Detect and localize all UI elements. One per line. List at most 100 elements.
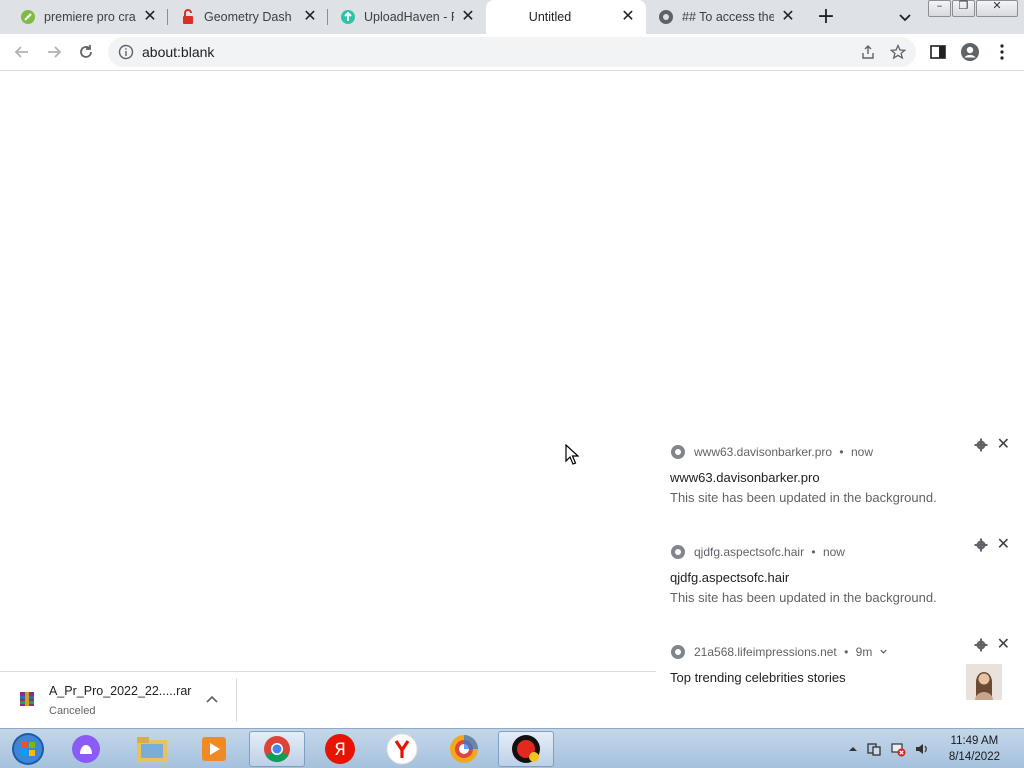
taskbar-chrome[interactable] bbox=[249, 731, 305, 767]
folder-icon bbox=[137, 737, 167, 762]
chrome-icon bbox=[671, 545, 685, 559]
notification-origin: qjdfg.aspectsofc.hair bbox=[694, 545, 805, 559]
share-icon[interactable] bbox=[860, 44, 876, 60]
tab-close-icon[interactable]: ✕ bbox=[142, 8, 158, 24]
chrome-icon bbox=[671, 645, 685, 659]
back-arrow-icon[interactable] bbox=[12, 42, 32, 62]
minimize-button[interactable]: – bbox=[928, 0, 951, 17]
taskbar-recorder[interactable] bbox=[498, 731, 554, 767]
restore-button[interactable]: ❐ bbox=[952, 0, 975, 17]
red-lock-icon bbox=[183, 9, 193, 24]
notification-message: This site has been updated in the backgr… bbox=[670, 590, 937, 605]
menu-kebab-icon[interactable] bbox=[992, 42, 1012, 62]
taskbar-shield-app[interactable] bbox=[436, 731, 492, 767]
close-icon[interactable]: ✕ bbox=[997, 534, 1010, 553]
chevron-up-icon[interactable] bbox=[204, 692, 220, 708]
notification-title: Top trending celebrities stories bbox=[670, 670, 846, 685]
tab-close-icon[interactable]: ✕ bbox=[302, 8, 318, 24]
address-bar[interactable]: about:blank bbox=[108, 37, 916, 67]
tab-geometry-dash[interactable]: Geometry Dash F ✕ bbox=[168, 0, 328, 34]
clock-time: 11:49 AM bbox=[950, 735, 999, 747]
notification-origin-line: 21a568.lifeimpressions.net • 9m bbox=[694, 645, 888, 659]
globe-icon bbox=[659, 10, 673, 24]
notification-origin-line: www63.davisonbarker.pro • now bbox=[694, 445, 873, 459]
notification-time: now bbox=[822, 545, 845, 559]
green-leaf-icon bbox=[21, 10, 35, 24]
tab-close-icon[interactable]: ✕ bbox=[780, 8, 796, 24]
gear-icon[interactable] bbox=[974, 538, 988, 552]
notification[interactable]: www63.davisonbarker.pro • now ✕ www63.da… bbox=[656, 434, 1024, 534]
media-player-icon bbox=[202, 737, 226, 761]
download-shelf: A_Pr_Pro_2022_22.....rar Canceled bbox=[0, 671, 656, 728]
tray-expand-icon[interactable] bbox=[845, 741, 861, 757]
divider bbox=[236, 678, 237, 722]
tab-close-icon[interactable]: ✕ bbox=[620, 8, 636, 24]
taskbar-explorer[interactable] bbox=[124, 731, 180, 767]
tab-title: Untitled bbox=[528, 10, 572, 24]
profile-avatar-icon[interactable] bbox=[960, 42, 980, 62]
close-icon[interactable]: ✕ bbox=[997, 434, 1010, 453]
info-icon[interactable] bbox=[118, 44, 134, 60]
tab-strip: premiere pro crac ✕ Geometry Dash F ✕ Up… bbox=[0, 0, 1024, 34]
winrar-archive-icon bbox=[20, 692, 34, 706]
chevron-down-icon[interactable] bbox=[879, 647, 888, 656]
chrome-icon bbox=[264, 736, 290, 763]
tab-uploadhaven[interactable]: UploadHaven - Fi ✕ bbox=[328, 0, 486, 34]
tab-close-icon[interactable]: ✕ bbox=[460, 8, 476, 24]
notification-separator: • bbox=[844, 645, 849, 659]
tab-premiere[interactable]: premiere pro crac ✕ bbox=[8, 0, 168, 34]
notification[interactable]: 21a568.lifeimpressions.net • 9m ✕ Top tr… bbox=[656, 634, 1024, 710]
notification-thumbnail bbox=[966, 664, 1002, 700]
forward-arrow-icon[interactable] bbox=[44, 42, 64, 62]
svg-text:Я: Я bbox=[334, 740, 346, 760]
gear-icon[interactable] bbox=[974, 638, 988, 652]
download-status: Canceled bbox=[49, 705, 96, 717]
volume-icon[interactable] bbox=[914, 741, 930, 757]
taskbar-yandex-browser[interactable] bbox=[374, 731, 430, 767]
tab-title: premiere pro crac bbox=[44, 10, 136, 24]
notification[interactable]: qjdfg.aspectsofc.hair • now ✕ qjdfg.aspe… bbox=[656, 534, 1024, 634]
recorder-icon bbox=[512, 735, 540, 763]
start-button[interactable] bbox=[0, 731, 56, 767]
yandex-ya-icon: Я bbox=[325, 734, 355, 764]
screen: premiere pro crac ✕ Geometry Dash F ✕ Up… bbox=[0, 0, 1024, 768]
close-icon[interactable]: ✕ bbox=[997, 634, 1010, 653]
restore-icon: ❐ bbox=[958, 0, 969, 12]
address-text: about:blank bbox=[142, 44, 215, 60]
chrome-icon bbox=[671, 445, 685, 459]
notification-time: now bbox=[850, 445, 873, 459]
tab-untitled[interactable]: Untitled ✕ bbox=[486, 0, 646, 34]
taskbar: Я 11:49 AM 8/14/2022 bbox=[0, 728, 1024, 768]
uploadhaven-icon bbox=[341, 10, 355, 24]
system-clock[interactable]: 11:49 AM 8/14/2022 bbox=[949, 733, 1000, 765]
chevron-down-icon[interactable] bbox=[896, 8, 914, 26]
taskbar-media-player[interactable] bbox=[186, 731, 242, 767]
tab-title: Geometry Dash F bbox=[204, 10, 296, 24]
taskbar-yandex[interactable]: Я bbox=[312, 731, 368, 767]
alice-assistant-icon bbox=[72, 735, 100, 763]
tab-title: UploadHaven - Fi bbox=[364, 10, 454, 24]
close-window-button[interactable]: ✕ bbox=[976, 0, 1018, 17]
toolbar: about:blank bbox=[0, 34, 1024, 71]
new-tab-button[interactable]: + bbox=[814, 6, 838, 28]
gear-icon[interactable] bbox=[974, 438, 988, 452]
tab-access[interactable]: ## To access the ✕ bbox=[646, 0, 806, 34]
download-filename: A_Pr_Pro_2022_22.....rar bbox=[49, 684, 192, 698]
notification-message: This site has been updated in the backgr… bbox=[670, 490, 937, 505]
tab-title: ## To access the bbox=[682, 10, 774, 24]
action-center-icon[interactable] bbox=[866, 741, 882, 757]
clock-date: 8/14/2022 bbox=[948, 751, 1000, 763]
reload-icon[interactable] bbox=[76, 42, 96, 62]
mouse-pointer-icon bbox=[565, 444, 579, 465]
notification-title: www63.davisonbarker.pro bbox=[670, 470, 820, 485]
yandex-browser-icon bbox=[386, 733, 418, 765]
notification-time: 9m bbox=[855, 645, 873, 659]
side-panel-icon[interactable] bbox=[928, 42, 948, 62]
taskbar-alice[interactable] bbox=[58, 731, 114, 767]
bookmark-star-icon[interactable] bbox=[890, 44, 906, 60]
minimize-icon: – bbox=[936, 0, 943, 12]
person-photo-icon bbox=[966, 664, 1002, 700]
download-item[interactable]: A_Pr_Pro_2022_22.....rar Canceled bbox=[0, 672, 236, 728]
notification-origin: 21a568.lifeimpressions.net bbox=[694, 645, 837, 659]
network-disconnected-icon[interactable] bbox=[890, 741, 906, 757]
